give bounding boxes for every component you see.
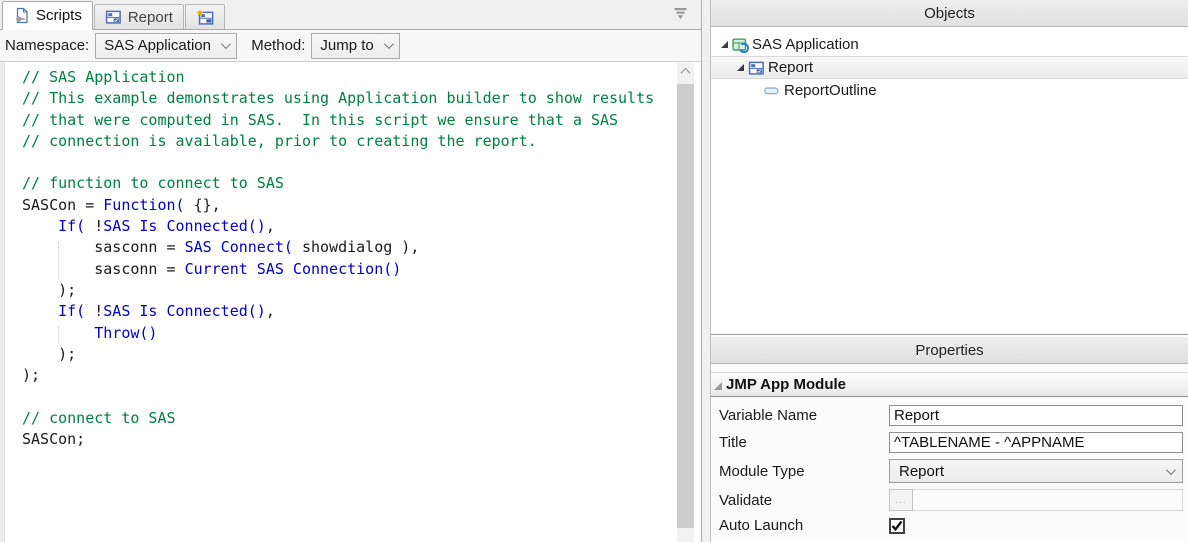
code-line: // This example demonstrates using Appli… [22, 88, 675, 109]
code-line: ); [22, 280, 675, 301]
inspector-pane: Objects SAS Application Report ReportOutli… [710, 0, 1188, 542]
property-row-module-type: Module Type Report [719, 459, 1183, 483]
properties-fields: Variable Name Title Module Type Report Valid… [711, 397, 1188, 540]
objects-panel: Objects SAS Application Report ReportOutli… [711, 0, 1188, 334]
pane-splitter[interactable] [702, 0, 710, 542]
scroll-up-icon[interactable] [677, 63, 694, 80]
report-icon [748, 60, 768, 76]
expander-icon[interactable] [716, 41, 732, 48]
objects-tree: SAS Application Report ReportOutline [711, 27, 1188, 334]
namespace-label: Namespace: [5, 37, 89, 54]
code-line: SASCon; [22, 429, 675, 450]
chevron-down-icon [384, 39, 394, 49]
report-icon [105, 9, 123, 26]
script-toolbar: Namespace: SAS Application Method: Jump … [0, 30, 701, 62]
scripts-pane: Scripts Report Namespace: SAS Applicatio… [0, 0, 702, 542]
code-line: If( !SAS Is Connected(), [22, 301, 675, 322]
filter-icon[interactable] [673, 7, 689, 21]
method-value: Jump to [320, 37, 373, 54]
app-builder-window: Scripts Report Namespace: SAS Applicatio… [0, 0, 1188, 542]
code-line: // that were computed in SAS. In this sc… [22, 110, 675, 131]
tab-bar: Scripts Report [0, 0, 701, 30]
tab-new-module[interactable] [185, 4, 225, 29]
code-line: // function to connect to SAS [22, 173, 675, 194]
code-line: ); [22, 365, 675, 386]
code-content: // SAS Application// This example demons… [0, 62, 675, 542]
chevron-down-icon [1166, 465, 1176, 475]
code-line: // connect to SAS [22, 408, 675, 429]
tab-report-label: Report [128, 9, 173, 26]
variable-name-input[interactable] [889, 405, 1183, 426]
property-row-auto-launch: Auto Launch [719, 517, 1183, 534]
collapse-triangle-icon [714, 382, 722, 390]
tab-report[interactable]: Report [94, 4, 184, 29]
tree-item-label: SAS Application [752, 36, 859, 53]
objects-panel-header: Objects [711, 0, 1188, 27]
property-row-variable-name: Variable Name [719, 405, 1183, 426]
code-line: ); [22, 344, 675, 365]
new-module-icon [196, 9, 214, 26]
tree-item-label: Report [768, 59, 813, 76]
tree-item-label: ReportOutline [784, 82, 877, 99]
code-line: // SAS Application [22, 67, 675, 88]
validate-label: Validate [719, 492, 889, 509]
validate-input[interactable] [913, 489, 1183, 511]
module-section-title: JMP App Module [726, 376, 846, 393]
title-label: Title [719, 434, 889, 451]
tree-item-report-outline[interactable]: ReportOutline [711, 79, 1188, 102]
module-type-select[interactable]: Report [889, 459, 1183, 483]
namespace-value: SAS Application [104, 37, 211, 54]
script-icon [13, 7, 31, 24]
tree-item-sas-application[interactable]: SAS Application [711, 33, 1188, 56]
properties-panel-header: Properties [711, 337, 1188, 364]
expander-icon[interactable] [732, 64, 748, 71]
code-editor[interactable]: // SAS Application// This example demons… [0, 62, 701, 542]
sas-application-icon [732, 37, 752, 53]
variable-name-label: Variable Name [719, 407, 889, 424]
scrollbar-thumb[interactable] [677, 84, 694, 528]
code-line: sasconn = Current SAS Connection() [22, 259, 675, 280]
module-type-value: Report [899, 463, 944, 480]
property-row-validate: Validate... [719, 489, 1183, 511]
properties-panel: Properties JMP App Module Variable Name T… [711, 337, 1188, 542]
editor-scrollbar[interactable] [677, 63, 694, 542]
module-type-label: Module Type [719, 463, 889, 480]
tab-scripts[interactable]: Scripts [2, 1, 93, 30]
property-row-title: Title [719, 432, 1183, 453]
code-line: Throw() [22, 323, 675, 344]
code-line: If( !SAS Is Connected(), [22, 216, 675, 237]
outline-box-icon [764, 83, 784, 99]
code-line: // connection is available, prior to cre… [22, 131, 675, 152]
auto-launch-label: Auto Launch [719, 517, 889, 534]
validate-button[interactable]: ... [889, 489, 913, 511]
chevron-down-icon [221, 39, 231, 49]
namespace-select[interactable]: SAS Application [95, 33, 237, 59]
module-section-header[interactable]: JMP App Module [711, 372, 1188, 397]
title-input[interactable] [889, 432, 1183, 453]
method-select[interactable]: Jump to [311, 33, 399, 59]
code-line: sasconn = SAS Connect( showdialog ), [22, 237, 675, 258]
tree-item-report[interactable]: Report [711, 56, 1188, 79]
code-line: SASCon = Function( {}, [22, 195, 675, 216]
method-label: Method: [251, 37, 305, 54]
auto-launch-checkbox[interactable] [889, 518, 905, 534]
code-line [22, 152, 675, 173]
code-line [22, 386, 675, 407]
tab-scripts-label: Scripts [36, 7, 82, 24]
